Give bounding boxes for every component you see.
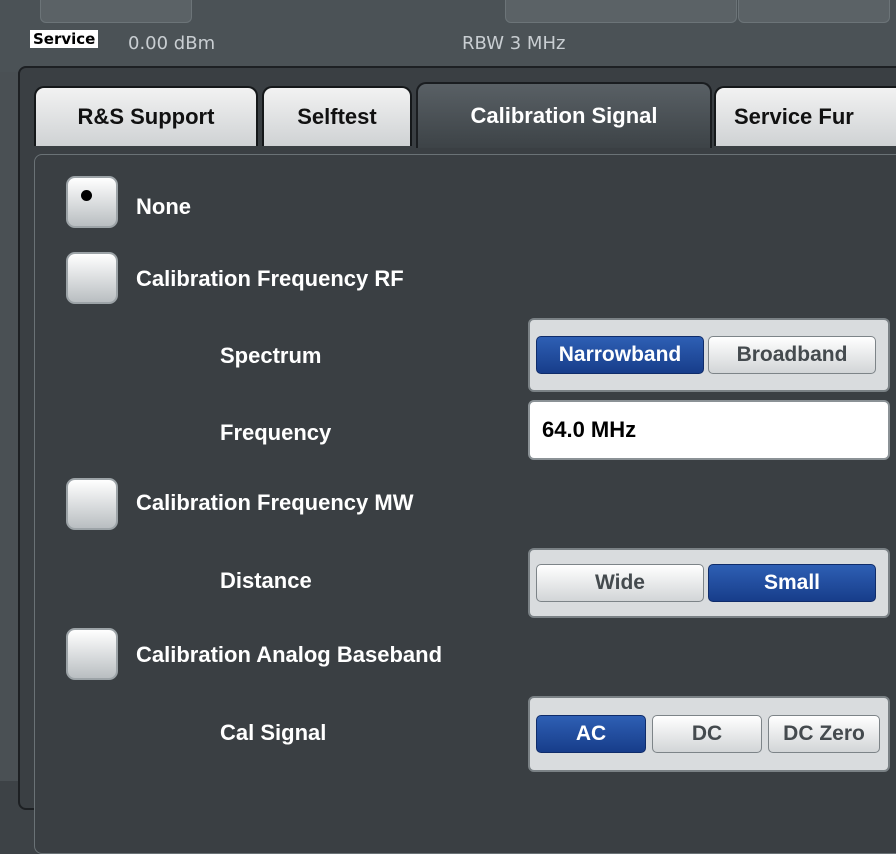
radio-none[interactable]: [66, 176, 118, 228]
cal-signal-ac-button[interactable]: AC: [536, 715, 646, 753]
tab-service-functions[interactable]: Service Fur: [714, 86, 896, 146]
background-tab: [505, 0, 737, 23]
tab-calibration-signal[interactable]: Calibration Signal: [416, 82, 712, 148]
service-tag: Service: [30, 30, 99, 48]
ref-level-readout: 0.00 dBm: [128, 33, 216, 54]
cal-signal-label: Cal Signal: [220, 720, 327, 745]
spectrum-toggle-group: Narrowband Broadband: [528, 318, 890, 392]
distance-label: Distance: [220, 568, 312, 593]
instrument-header: 0.00 dBm RBW 3 MHz: [0, 0, 896, 72]
option-none-label: None: [136, 194, 191, 219]
background-tab: [738, 0, 890, 23]
distance-wide-button[interactable]: Wide: [536, 564, 704, 602]
cal-signal-dc-button[interactable]: DC: [652, 715, 762, 753]
rbw-readout: RBW 3 MHz: [462, 33, 566, 54]
spectrum-narrowband-button[interactable]: Narrowband: [536, 336, 704, 374]
distance-toggle-group: Wide Small: [528, 548, 890, 618]
radio-selected-dot: [81, 190, 92, 201]
option-cal-abb-label: Calibration Analog Baseband: [136, 642, 443, 667]
background-left-edge: [0, 72, 18, 781]
background-tab: [40, 0, 192, 23]
frequency-input[interactable]: 64.0 MHz: [528, 400, 890, 460]
radio-cal-analog-baseband[interactable]: [66, 628, 118, 680]
cal-signal-dc-zero-button[interactable]: DC Zero: [768, 715, 880, 753]
option-cal-mw-label: Calibration Frequency MW: [136, 490, 414, 515]
tab-selftest[interactable]: Selftest: [262, 86, 412, 146]
cal-signal-toggle-group: AC DC DC Zero: [528, 696, 890, 772]
tab-rs-support[interactable]: R&S Support: [34, 86, 258, 146]
spectrum-broadband-button[interactable]: Broadband: [708, 336, 876, 374]
distance-small-button[interactable]: Small: [708, 564, 876, 602]
radio-cal-frequency-rf[interactable]: [66, 252, 118, 304]
option-cal-rf-label: Calibration Frequency RF: [136, 266, 404, 291]
frequency-label: Frequency: [220, 420, 332, 445]
spectrum-label: Spectrum: [220, 343, 322, 368]
radio-cal-frequency-mw[interactable]: [66, 478, 118, 530]
